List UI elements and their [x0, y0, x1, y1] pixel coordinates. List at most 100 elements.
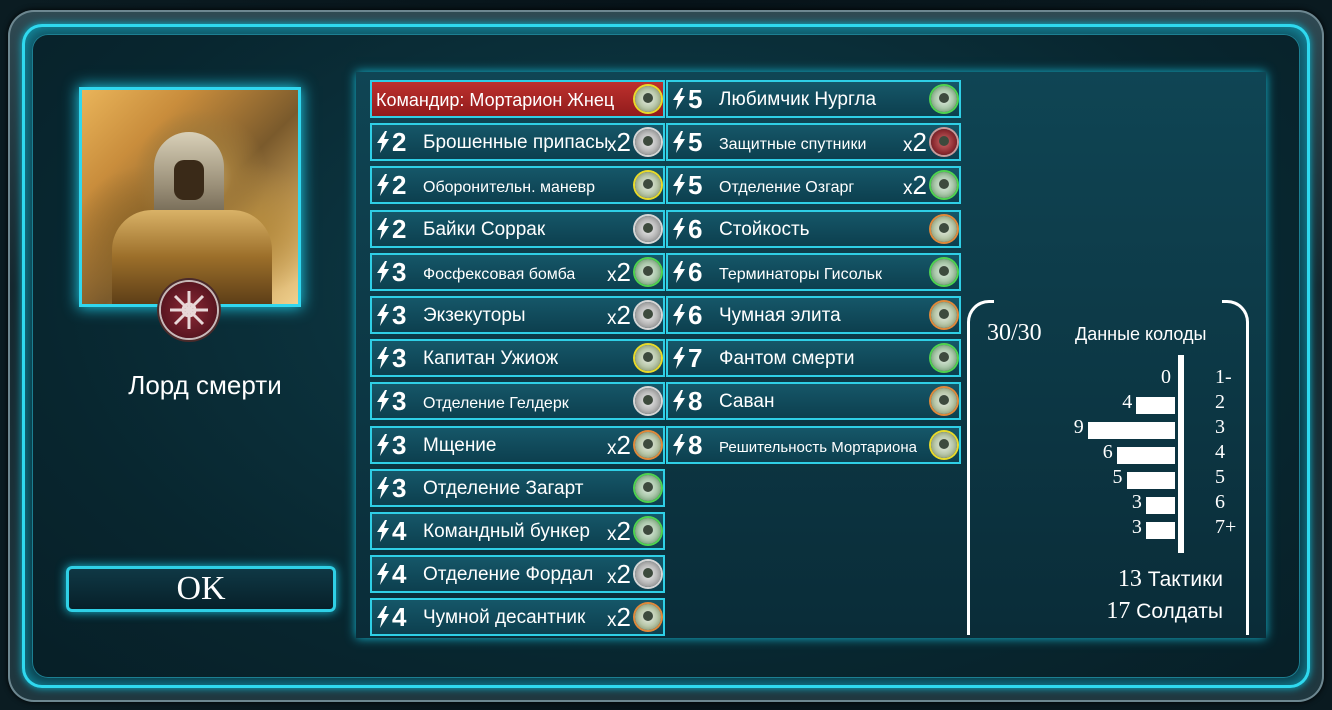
chaos-star-icon	[161, 282, 217, 338]
card-cost: 3	[392, 256, 407, 287]
deck-stats-panel: 30/30 Данные колоды 0 1- 4 2 9 3 6 4 5 5 3 6 3 7+ 13 …	[967, 300, 1249, 635]
deck-card[interactable]: 8 Решительность Мортариона	[666, 425, 961, 464]
lightning-cost-icon	[376, 304, 390, 326]
card-cost: 3	[392, 343, 407, 374]
lightning-cost-icon	[376, 433, 390, 456]
card-name: Отделение Загарт	[423, 477, 584, 499]
card-copies: x2	[607, 559, 631, 590]
card-name: Отделение Озгарг	[719, 179, 855, 197]
deck-card[interactable]: 6 Терминаторы Гисольк	[666, 252, 961, 291]
skull-icon	[643, 265, 653, 276]
card-name: Защитные спутники	[719, 136, 867, 154]
deck-card[interactable]: 5 Любимчик Нургла	[666, 80, 961, 118]
skull-faction-icon	[635, 474, 661, 501]
card-copies-value: 2	[616, 516, 631, 546]
card-cost: 3	[392, 472, 407, 503]
card-name: Решительность Мортариона	[719, 438, 917, 456]
skull-icon	[939, 438, 949, 449]
card-copies: x2	[607, 256, 631, 287]
card-copies-value: 2	[616, 256, 631, 287]
skull-icon	[643, 395, 653, 406]
soldiers-label: Солдаты	[1136, 600, 1223, 623]
skull-icon	[643, 611, 653, 622]
cost-curve-category: 2	[1215, 391, 1225, 413]
cost-curve-bar	[1145, 522, 1175, 539]
tactics-count: 13	[1117, 566, 1142, 592]
lightning-cost-icon	[672, 347, 686, 370]
skull-icon	[939, 179, 949, 190]
deck-card[interactable]: 3 Капитан Ужиож	[370, 339, 665, 378]
card-copies: x2	[903, 170, 927, 201]
card-copies-value: 2	[616, 559, 631, 590]
lightning-cost-icon	[672, 174, 686, 197]
card-name: Оборонительн. маневр	[423, 179, 596, 197]
deck-card[interactable]: 3 Фосфексовая бомба x2	[370, 252, 665, 291]
deck-card[interactable]: 8 Саван	[666, 382, 961, 421]
tactics-label: Тактики	[1147, 568, 1223, 591]
deck-card[interactable]: 5 Защитные спутники x2	[666, 123, 961, 162]
card-name: Отделение Фордал	[423, 564, 594, 586]
card-cost: 3	[392, 386, 407, 417]
deck-card[interactable]: 6 Стойкость	[666, 209, 961, 248]
cost-curve-value: 3	[1131, 491, 1142, 513]
card-cost: 2	[392, 213, 407, 244]
deck-card[interactable]: 6 Чумная элита	[666, 296, 961, 334]
stats-bracket-right	[1222, 300, 1249, 635]
skull-faction-icon	[931, 86, 957, 112]
card-cost: 2	[392, 170, 407, 201]
deck-card[interactable]: 3 Экзекуторы x2	[370, 296, 665, 334]
skull-faction-icon	[635, 129, 661, 156]
lightning-cost-icon	[376, 260, 390, 283]
deck-card[interactable]: 2 Брошенные припасы x2	[370, 123, 665, 162]
card-copies-value: 2	[912, 127, 927, 158]
card-name: Фосфексовая бомба	[423, 265, 576, 283]
cost-curve-value: 3	[1131, 516, 1142, 538]
cost-curve-bar	[1116, 447, 1175, 464]
soldiers-total: 17 Солдаты	[1106, 598, 1223, 625]
skull-icon	[939, 265, 949, 276]
skull-icon	[939, 395, 949, 406]
skull-faction-icon	[635, 258, 661, 285]
deck-card[interactable]: 7 Фантом смерти	[666, 339, 961, 378]
card-copies-value: 2	[616, 429, 631, 460]
ok-button[interactable]: OK	[66, 566, 336, 612]
deck-card[interactable]: 2 Оборонительн. маневр	[370, 166, 665, 205]
skull-icon	[643, 309, 653, 319]
skull-icon	[939, 309, 949, 319]
lightning-cost-icon	[672, 304, 686, 326]
cost-curve-category: 4	[1215, 441, 1225, 463]
card-copies-value: 2	[912, 170, 927, 201]
skull-icon	[939, 93, 949, 103]
cost-curve-category: 7+	[1215, 516, 1237, 538]
lightning-cost-icon	[672, 433, 686, 456]
deck-card[interactable]: 3 Мщение x2	[370, 425, 665, 464]
tactics-total: 13 Тактики	[1118, 566, 1223, 593]
card-cost: 6	[688, 213, 703, 244]
cost-curve-bar	[1136, 397, 1175, 414]
card-copies-value: 2	[616, 602, 631, 633]
deck-stats-title: Данные колоды	[1075, 324, 1207, 344]
skull-icon	[939, 222, 949, 233]
card-cost: 6	[688, 256, 703, 287]
card-cost: 8	[688, 429, 703, 460]
deck-card[interactable]: 5 Отделение Озгарг x2	[666, 166, 961, 205]
deck-card[interactable]: 3 Отделение Загарт	[370, 468, 665, 507]
deck-card[interactable]: 4 Чумной десантник x2	[370, 598, 665, 637]
card-name: Чумная элита	[719, 305, 841, 326]
cost-curve-value: 0	[1161, 366, 1171, 388]
lightning-cost-icon	[672, 131, 686, 154]
commander-card[interactable]: Командир: Мортарион Жнец	[370, 80, 665, 118]
skull-icon	[643, 352, 653, 363]
cost-curve-category: 6	[1215, 491, 1225, 513]
deck-card[interactable]: 3 Отделение Гелдерк	[370, 382, 665, 421]
lightning-cost-icon	[672, 88, 686, 110]
card-name: Командир: Мортарион Жнец	[376, 90, 615, 110]
card-name: Саван	[719, 391, 775, 413]
deck-card[interactable]: 4 Отделение Фордал x2	[370, 555, 665, 594]
card-name: Байки Соррак	[423, 218, 546, 240]
deck-card[interactable]: 4 Командный бункер x2	[370, 512, 665, 550]
card-name: Мщение	[423, 434, 497, 456]
deck-card[interactable]: 2 Байки Соррак	[370, 209, 665, 248]
stats-bracket-left	[967, 300, 994, 635]
skull-icon	[643, 222, 653, 233]
